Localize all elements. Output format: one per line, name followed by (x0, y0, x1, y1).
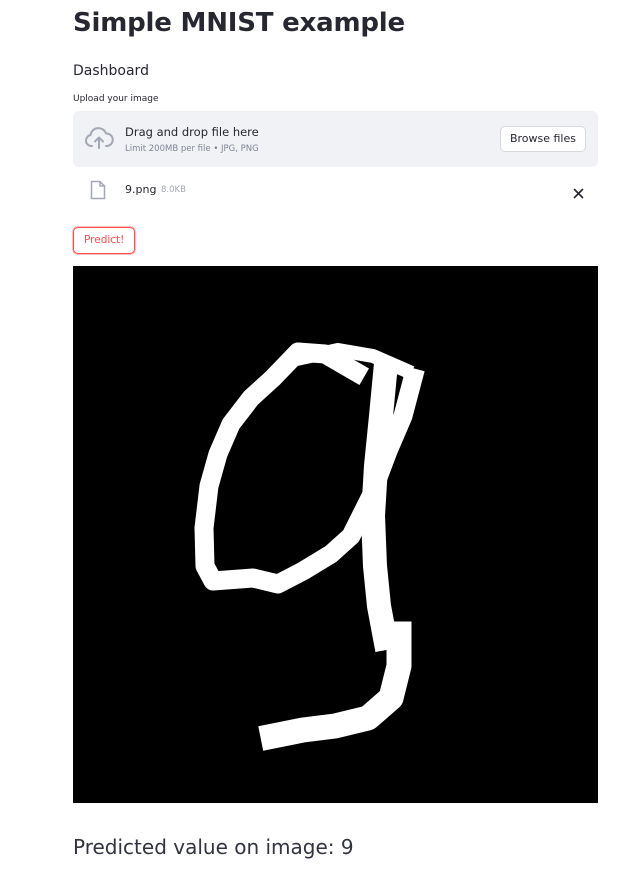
file-icon (90, 180, 106, 200)
file-dropzone[interactable]: Drag and drop file here Limit 200MB per … (73, 111, 598, 167)
prediction-result: Predicted value on image: 9 (73, 835, 354, 859)
page-title: Simple MNIST example (73, 8, 405, 38)
dropzone-title: Drag and drop file here (125, 125, 259, 139)
dropzone-hint: Limit 200MB per file • JPG, PNG (125, 144, 259, 154)
app-page: Simple MNIST example Dashboard Upload yo… (0, 0, 643, 885)
predict-button[interactable]: Predict! (73, 227, 136, 254)
page-subtitle: Dashboard (73, 63, 149, 79)
file-name: 9.png (125, 183, 157, 196)
close-icon[interactable] (573, 184, 584, 199)
file-size: 8.0KB (161, 185, 186, 195)
cloud-upload-icon (84, 126, 114, 152)
browse-files-button[interactable]: Browse files (499, 126, 586, 152)
upload-label: Upload your image (73, 94, 159, 104)
digit-image (73, 266, 598, 803)
uploaded-file-row: 9.png 8.0KB (73, 176, 598, 204)
